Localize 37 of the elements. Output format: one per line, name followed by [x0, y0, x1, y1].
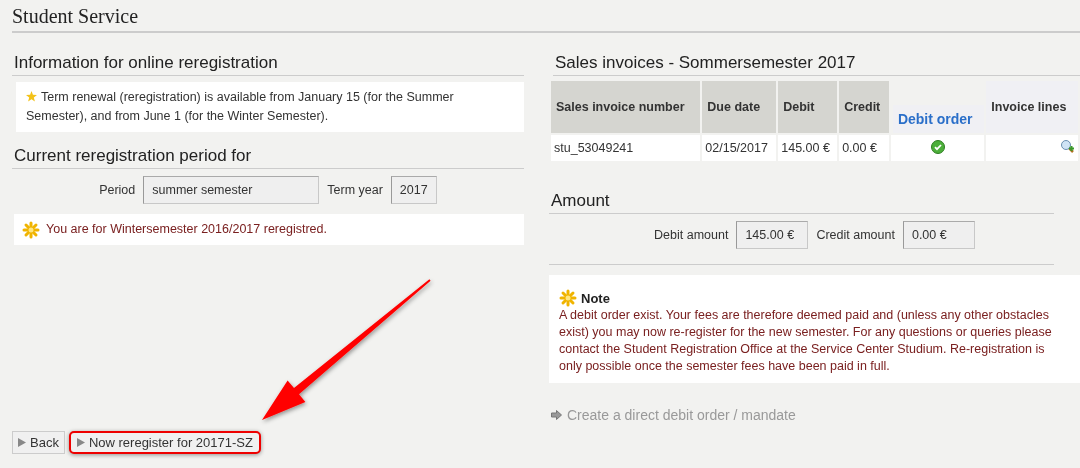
play-icon	[18, 438, 26, 447]
amount-field[interactable]: 0.00 €	[902, 221, 975, 249]
asterisk-icon	[559, 289, 577, 307]
field-label: Term year	[327, 183, 383, 197]
section-heading: Current reregistration period for	[12, 146, 524, 169]
field-label: Period	[99, 183, 136, 197]
nav-button[interactable]: Now reregister for 20171-SZ	[68, 431, 261, 454]
status-message: You are for Wintersemester 2016/2017 reregistred.	[46, 221, 327, 238]
column-header: Debit	[778, 81, 838, 133]
asterisk-icon	[22, 220, 40, 239]
section-heading: Amount	[549, 191, 1054, 214]
note-title: Note	[581, 289, 610, 307]
arrow-icon	[551, 410, 562, 420]
column-header: Due date	[702, 81, 777, 133]
table-cell: 02/15/2017	[702, 135, 777, 161]
page-title: Student Service	[12, 0, 1080, 33]
column-header: Invoice lines	[986, 81, 1078, 133]
field-label: Debit amount	[654, 228, 729, 242]
nav-button[interactable]: Back	[12, 431, 65, 454]
field-label: Credit amount	[816, 228, 895, 242]
section-heading: Information for online reregistration	[12, 53, 524, 76]
table-cell: 0.00 €	[839, 135, 889, 161]
check-icon[interactable]	[930, 139, 945, 154]
readonly-field[interactable]: 2017	[390, 176, 437, 204]
magnifier-icon[interactable]	[1060, 139, 1075, 154]
note-text: A debit order exist. Your fees are therefore deemed paid and (unless any other obstacles exist) you may now re-register for the new semester. For any questions or queries please contact the Student Registration Office at the Service Center Studium. Re-registration is only possible once the semester fees have been paid in full.	[559, 307, 1053, 375]
info-message: Term renewal (reregistration) is available from January 15 (for the Summer Semester), and from June 1 (for the Winter Semester).	[16, 82, 524, 132]
readonly-field[interactable]: summer semester	[143, 176, 320, 204]
column-header: Sales invoice number	[551, 81, 701, 133]
star-icon	[26, 91, 37, 102]
table-cell: stu_53049241	[551, 135, 701, 161]
amount-field[interactable]: 145.00 €	[736, 221, 809, 249]
column-header: Credit	[839, 81, 889, 133]
table-cell: 145.00 €	[778, 135, 838, 161]
column-header-link[interactable]: Debit order	[892, 105, 985, 133]
play-icon	[76, 438, 85, 447]
section-heading: Sales invoices - Sommersemester 2017	[553, 53, 1080, 76]
